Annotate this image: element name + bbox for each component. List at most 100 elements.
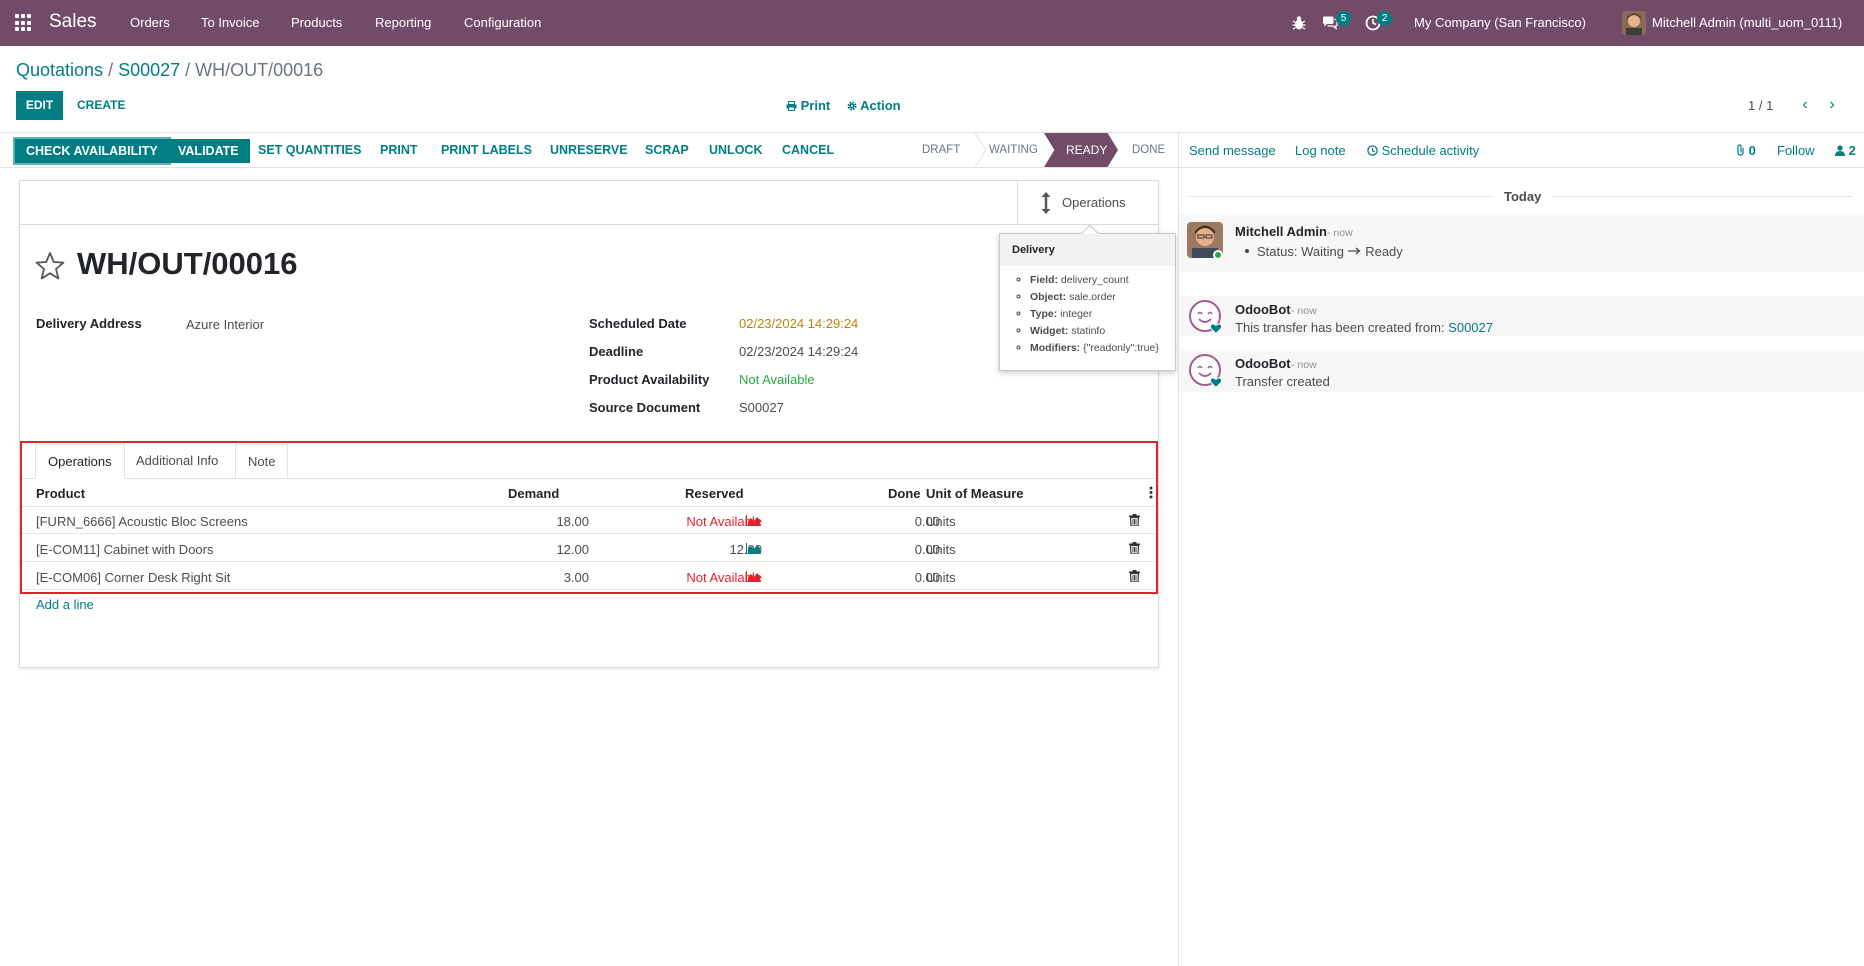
row-demand[interactable]: 3.00 xyxy=(564,570,589,585)
message-body: This transfer has been created from: S00… xyxy=(1235,320,1493,335)
breadcrumb-sale-order[interactable]: S00027 xyxy=(118,60,180,80)
stage-ready: READY xyxy=(1044,133,1118,167)
user-avatar[interactable] xyxy=(1622,11,1646,35)
apps-menu-icon[interactable] xyxy=(15,14,33,32)
delivery-address-link[interactable]: Azure Interior xyxy=(186,317,264,332)
unreserve-button[interactable]: UNRESERVE xyxy=(540,139,638,163)
tooltip-value: {"readonly":true} xyxy=(1083,342,1159,354)
menu-configuration[interactable]: Configuration xyxy=(464,15,541,30)
follow-button[interactable]: Follow xyxy=(1777,143,1815,158)
cancel-button[interactable]: CANCEL xyxy=(772,139,844,163)
row-demand[interactable]: 18.00 xyxy=(556,514,589,529)
message-time: - now xyxy=(1291,305,1317,317)
validate-button[interactable]: VALIDATE xyxy=(167,139,250,163)
operations-stat-button[interactable]: Operations xyxy=(1017,181,1158,225)
create-button[interactable]: CREATE xyxy=(77,98,125,112)
log-note-button[interactable]: Log note xyxy=(1295,143,1346,158)
send-message-button[interactable]: Send message xyxy=(1189,143,1276,158)
bullet xyxy=(1245,249,1249,253)
row-uom[interactable]: Units xyxy=(926,542,956,557)
row-product[interactable]: [E-COM11] Cabinet with Doors xyxy=(36,542,214,557)
menu-products[interactable]: Products xyxy=(291,15,342,30)
trash-icon[interactable] xyxy=(1129,514,1140,526)
add-a-line-link[interactable]: Add a line xyxy=(36,597,94,612)
tooltip-key: Field: xyxy=(1030,274,1058,286)
stage-draft[interactable]: DRAFT xyxy=(922,144,960,156)
chat-count-badge: 5 xyxy=(1336,11,1351,26)
message-author[interactable]: Mitchell Admin xyxy=(1235,224,1327,239)
forecast-chart-icon[interactable] xyxy=(746,543,761,554)
followers-button[interactable]: 2 xyxy=(1835,143,1856,158)
tooltip-value: integer xyxy=(1060,308,1093,320)
date-divider xyxy=(1552,196,1852,197)
print-labels-button[interactable]: PRINT LABELS xyxy=(431,139,542,163)
check-availability-button[interactable]: CHECK AVAILABILITY xyxy=(13,137,171,165)
star-icon[interactable] xyxy=(35,251,65,281)
breadcrumb-quotations[interactable]: Quotations xyxy=(16,60,103,80)
scrap-button[interactable]: SCRAP xyxy=(635,139,699,163)
optional-columns-icon[interactable] xyxy=(1149,486,1153,499)
column-reserved[interactable]: Reserved xyxy=(685,486,744,501)
breadcrumb-separator: / xyxy=(108,60,114,80)
row-demand[interactable]: 12.00 xyxy=(556,542,589,557)
forecast-chart-icon[interactable] xyxy=(746,571,761,582)
row-uom[interactable]: Units xyxy=(926,514,956,529)
print-dropdown[interactable]: Print xyxy=(786,98,830,113)
field-tooltip: Delivery Field: delivery_count Object: s… xyxy=(999,224,1176,371)
stage-waiting[interactable]: WAITING xyxy=(989,144,1038,156)
trash-icon[interactable] xyxy=(1129,542,1140,554)
tab-note[interactable]: Note xyxy=(235,444,289,479)
edit-button[interactable]: EDIT xyxy=(16,91,63,120)
attachments-count: 0 xyxy=(1748,143,1756,158)
trash-icon[interactable] xyxy=(1129,570,1140,582)
deadline-value[interactable]: 02/23/2024 14:29:24 xyxy=(739,344,858,359)
tooltip-value: statinfo xyxy=(1071,325,1106,337)
column-unit-of-measure[interactable]: Unit of Measure xyxy=(926,486,1024,501)
tooltip-title: Delivery xyxy=(1000,234,1175,266)
breadcrumb-current: WH/OUT/00016 xyxy=(195,60,324,80)
message-author[interactable]: OdooBot xyxy=(1235,302,1291,317)
scheduled-date-value[interactable]: 02/23/2024 14:29:24 xyxy=(739,316,858,331)
user-menu[interactable]: Mitchell Admin (multi_uom_0111) xyxy=(1652,15,1842,30)
tracking-new-value: Ready xyxy=(1365,244,1403,259)
tab-additional-info[interactable]: Additional Info xyxy=(124,444,230,479)
action-dropdown[interactable]: Action xyxy=(847,98,901,113)
column-demand[interactable]: Demand xyxy=(508,486,559,501)
tab-operations[interactable]: Operations xyxy=(35,444,125,479)
table-row[interactable]: [FURN_6666] Acoustic Bloc Screens 18.00 … xyxy=(22,507,1156,534)
tracking-old-value: Status: Waiting xyxy=(1257,244,1344,259)
menu-reporting[interactable]: Reporting xyxy=(375,15,431,30)
source-order-link[interactable]: S00027 xyxy=(1448,320,1493,335)
forecast-chart-icon[interactable] xyxy=(746,515,761,526)
chatter-message: Mitchell Admin - now Status: Waiting Rea… xyxy=(1179,214,1864,272)
pager-value[interactable]: 1 / 1 xyxy=(1748,98,1773,113)
menu-orders[interactable]: Orders xyxy=(130,15,170,30)
bug-icon[interactable] xyxy=(1292,15,1306,31)
tooltip-item: Type: integer xyxy=(1030,306,1159,323)
table-row[interactable]: [E-COM11] Cabinet with Doors 12.00 12.00… xyxy=(22,535,1156,562)
pager-next-icon[interactable]: › xyxy=(1824,96,1840,114)
paperclip-icon xyxy=(1737,144,1744,156)
menu-to-invoice[interactable]: To Invoice xyxy=(201,15,260,30)
delivery-address-label: Delivery Address xyxy=(36,316,142,331)
source-document-value[interactable]: S00027 xyxy=(739,400,784,415)
attachments-button[interactable]: 0 xyxy=(1736,143,1756,158)
message-author[interactable]: OdooBot xyxy=(1235,356,1291,371)
print-button[interactable]: PRINT xyxy=(370,139,428,163)
pager-previous-icon[interactable]: ‹ xyxy=(1797,96,1813,114)
set-quantities-button[interactable]: SET QUANTITIES xyxy=(248,139,371,163)
unlock-button[interactable]: UNLOCK xyxy=(699,139,772,163)
app-name[interactable]: Sales xyxy=(49,11,97,33)
row-uom[interactable]: Units xyxy=(926,570,956,585)
column-product[interactable]: Product xyxy=(36,486,85,501)
tooltip-details: Field: delivery_count Object: sale.order… xyxy=(1000,272,1159,357)
row-product[interactable]: [E-COM06] Corner Desk Right Sit xyxy=(36,570,230,585)
tooltip-key: Type: xyxy=(1030,308,1058,320)
company-switcher[interactable]: My Company (San Francisco) xyxy=(1414,15,1586,30)
table-row[interactable]: [E-COM06] Corner Desk Right Sit 3.00 Not… xyxy=(22,563,1156,590)
row-product[interactable]: [FURN_6666] Acoustic Bloc Screens xyxy=(36,514,248,529)
product-availability-label: Product Availability xyxy=(589,372,710,387)
column-done[interactable]: Done xyxy=(888,486,921,501)
stage-done[interactable]: DONE xyxy=(1132,144,1165,156)
schedule-activity-button[interactable]: Schedule activity xyxy=(1367,143,1479,158)
